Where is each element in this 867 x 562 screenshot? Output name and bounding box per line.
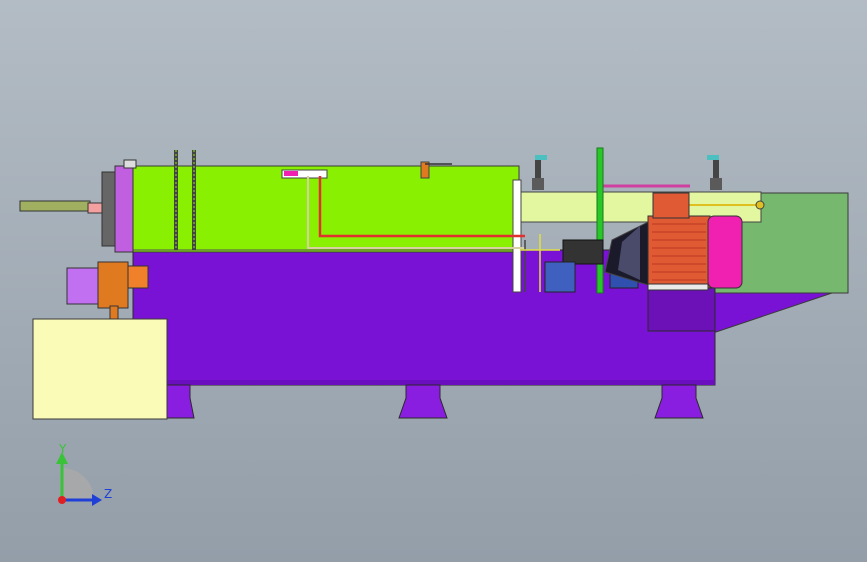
axis-triad <box>56 452 102 506</box>
nozzle-right[interactable] <box>707 155 722 190</box>
feed-tube[interactable] <box>19 200 91 212</box>
yellow-rod-end[interactable] <box>755 200 765 210</box>
left-drive-box[interactable] <box>66 267 103 305</box>
motor-terminal-box[interactable] <box>652 192 690 219</box>
main-motor-body[interactable] <box>647 215 711 289</box>
left-drive-flange[interactable] <box>127 265 149 289</box>
valve-manifold[interactable] <box>544 261 576 293</box>
left-drive-shaft[interactable] <box>109 305 119 320</box>
centrifuge-model[interactable] <box>0 0 867 562</box>
motor-fan-cover[interactable] <box>707 215 743 289</box>
frame-base-lower-edge <box>133 380 715 385</box>
valve-block[interactable] <box>562 239 604 265</box>
left-bearing-cap[interactable] <box>123 159 137 169</box>
motor-support-bracket[interactable] <box>711 292 833 333</box>
foot-right[interactable] <box>654 384 704 419</box>
nozzle-left[interactable] <box>532 155 547 190</box>
motor-mount-plate[interactable] <box>647 287 716 332</box>
z-axis-arrow-icon <box>92 494 102 506</box>
y-axis-label: Y <box>59 442 67 456</box>
top-bracket-fill <box>284 171 298 176</box>
triad-quadrant <box>62 468 94 500</box>
left-drive-motor[interactable] <box>97 261 129 309</box>
motor-feet[interactable] <box>647 283 709 291</box>
bowl-housing[interactable] <box>132 165 520 253</box>
origin-point-icon <box>58 496 66 504</box>
green-pipe[interactable] <box>596 147 604 294</box>
left-bearing-cover[interactable] <box>114 165 134 253</box>
z-axis-label: Z <box>104 487 113 501</box>
foot-middle[interactable] <box>398 384 448 419</box>
control-cabinet[interactable] <box>32 318 168 420</box>
3d-viewport[interactable]: Y Z <box>0 0 867 562</box>
